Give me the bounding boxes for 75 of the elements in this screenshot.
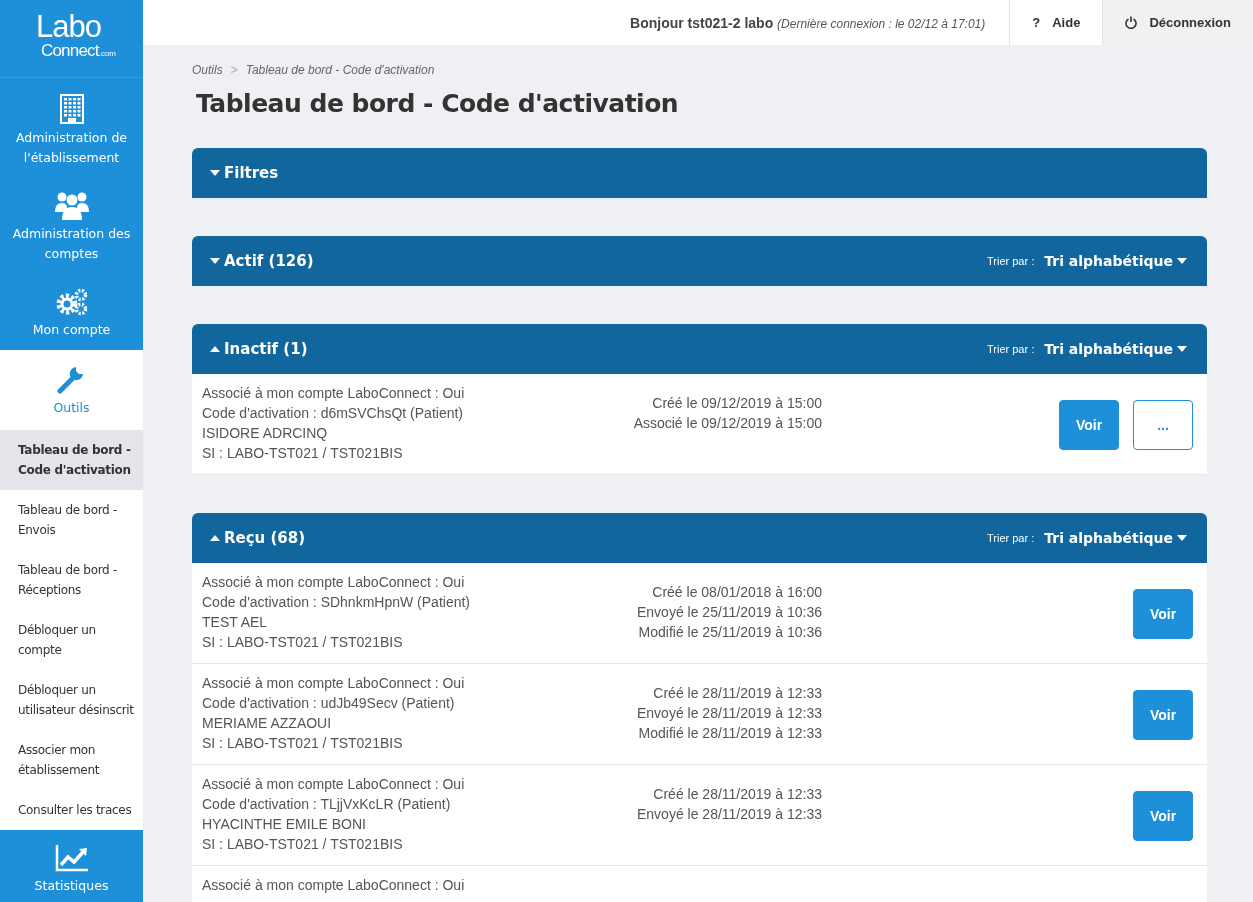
sort-dropdown[interactable]: Tri alphabétique xyxy=(1044,341,1187,357)
sort-label: Trier par : xyxy=(986,255,1035,267)
power-icon xyxy=(1125,16,1138,29)
nav-item[interactable]: Mon compte xyxy=(0,276,143,350)
submenu-item[interactable]: Tableau de bord - Code d'activation xyxy=(0,430,143,490)
row-text: Associé à mon compte LaboConnect : Oui xyxy=(202,876,466,895)
section-title: Actif (126) xyxy=(224,252,314,270)
nav-label: Administration de l'établissement xyxy=(14,129,129,167)
nav-label: Statistiques xyxy=(34,877,109,895)
breadcrumb-current: Tableau de bord - Code d'activation xyxy=(245,63,435,77)
row-text: SI : LABO-TST021 / TST021BIS xyxy=(202,444,404,463)
row-text: Associé à mon compte LaboConnect : Oui xyxy=(202,775,466,794)
nav-label: Outils xyxy=(53,399,90,417)
section-title: Filtres xyxy=(224,164,279,182)
row-text: Associé à mon compte LaboConnect : Oui xyxy=(202,674,466,693)
row-text: MERIAME AZZAOUI xyxy=(202,714,333,733)
section-header[interactable]: Filtres xyxy=(192,148,1207,198)
section-title: Reçu (68) xyxy=(224,529,306,547)
line-chart-icon xyxy=(54,844,89,872)
date-text: Associé le 09/12/2019 à 15:00 xyxy=(633,414,822,433)
view-button[interactable]: Voir xyxy=(1059,399,1119,450)
caret-up-icon xyxy=(210,346,220,352)
nav-label: Administration des comptes xyxy=(11,225,132,263)
date-text: Créé le 28/11/2019 à 12:33 xyxy=(653,785,822,804)
more-button[interactable]: ... xyxy=(1133,399,1193,450)
caret-down-icon xyxy=(210,258,220,264)
section-header[interactable]: Actif (126) Trier par : Tri alphabétique xyxy=(192,236,1207,286)
row-text: SI : LABO-TST021 / TST021BIS xyxy=(202,633,404,652)
row-text: Code d'activation : SDhnkmHpnW (Patient) xyxy=(202,593,471,612)
users-icon xyxy=(54,190,89,220)
labo-connect-logo[interactable]: Labo Connect.com xyxy=(0,0,143,78)
breadcrumb-link[interactable]: Outils xyxy=(192,63,223,77)
view-button[interactable]: Voir xyxy=(1133,790,1193,841)
logout-button[interactable]: Déconnexion xyxy=(1102,0,1253,45)
section-header[interactable]: Inactif (1) Trier par : Tri alphabétique xyxy=(192,324,1207,374)
sort-label: Trier par : xyxy=(986,343,1035,355)
breadcrumb-separator: > xyxy=(230,63,238,77)
row-text: ISIDORE ADRCINQ xyxy=(202,424,329,443)
building-icon xyxy=(59,94,84,124)
row-text: Code d'activation : d6mSVChsQt (Patient) xyxy=(202,404,465,423)
row-text: HYACINTHE EMILE BONI xyxy=(202,815,367,834)
sort-label: Trier par : xyxy=(986,532,1035,544)
date-text: Envoyé le 28/11/2019 à 12:33 xyxy=(637,704,822,723)
date-text: Créé le 08/01/2018 à 16:00 xyxy=(652,583,822,602)
row-text: Code d'activation : TLjjVxKcLR (Patient) xyxy=(202,795,452,814)
sort-dropdown[interactable]: Tri alphabétique xyxy=(1044,530,1187,546)
section-header[interactable]: Reçu (68) Trier par : Tri alphabétique xyxy=(192,513,1207,563)
date-text: Envoyé le 25/11/2019 à 10:36 xyxy=(637,603,822,622)
nav-item[interactable]: Administration des comptes xyxy=(0,180,143,276)
sort-dropdown[interactable]: Tri alphabétique xyxy=(1044,253,1187,269)
greeting-text: Bonjour tst021-2 labo (Dernière connexion : le 02/12 à 17:01) xyxy=(630,14,987,31)
row-text: Code d'activation : udJb49Secv (Patient) xyxy=(202,694,456,713)
nav-label: Mon compte xyxy=(32,321,111,339)
nav-item[interactable]: Administration de l'établissement xyxy=(0,78,143,180)
view-button[interactable]: Voir xyxy=(1133,689,1193,740)
nav-item[interactable]: Statistiques xyxy=(0,830,143,902)
caret-up-icon xyxy=(210,535,220,541)
caret-down-icon xyxy=(1177,346,1187,352)
row-text: Associé à mon compte LaboConnect : Oui xyxy=(202,384,466,403)
row-text: Associé à mon compte LaboConnect : Oui xyxy=(202,573,466,592)
date-text: Créé le 09/12/2019 à 15:00 xyxy=(652,394,822,413)
date-text: Modifié le 28/11/2019 à 12:33 xyxy=(638,724,822,743)
row-text: SI : LABO-TST021 / TST021BIS xyxy=(202,734,404,753)
caret-down-icon xyxy=(1177,258,1187,264)
view-button[interactable]: Voir xyxy=(1133,588,1193,639)
date-text: Créé le 28/11/2019 à 12:33 xyxy=(653,684,822,703)
date-text: Envoyé le 28/11/2019 à 12:33 xyxy=(637,805,822,824)
caret-down-icon xyxy=(1177,535,1187,541)
gears-icon xyxy=(54,288,89,316)
row-text: TEST AEL xyxy=(202,613,269,632)
caret-down-icon xyxy=(210,170,220,176)
section-title: Inactif (1) xyxy=(224,340,308,358)
row-text: SI : LABO-TST021 / TST021BIS xyxy=(202,835,404,854)
date-text: Modifié le 25/11/2019 à 10:36 xyxy=(638,623,822,642)
page-title: Tableau de bord - Code d'activation xyxy=(196,89,680,118)
